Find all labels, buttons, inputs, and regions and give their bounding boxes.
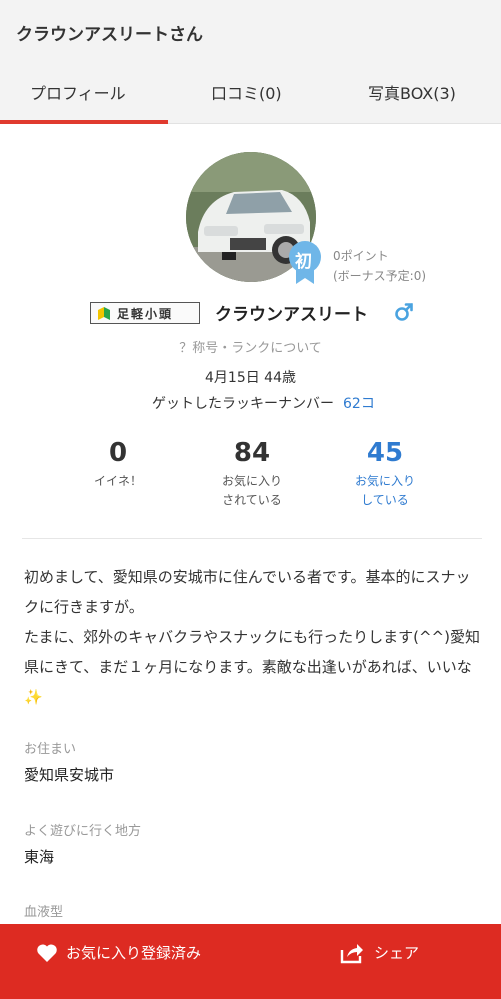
active-tab-indicator <box>0 120 168 124</box>
favorited-by-count: 84 <box>233 438 271 468</box>
rank-badge: 初 <box>288 240 322 290</box>
user-name: クラウンアスリート <box>215 305 368 325</box>
self-introduction: 初めまして、愛知県の安城市に住んでいる者です。基本的にスナックに行きますが。 た… <box>24 568 480 706</box>
share-button-label: シェア <box>374 944 420 962</box>
app-header: クラウンアスリートさん <box>0 0 501 62</box>
stat-favorited-by[interactable]: 84 お気に入り されている <box>182 436 322 510</box>
stat-likes[interactable]: 0 イイネ！ <box>48 436 188 491</box>
rank-info-link[interactable]: ？称号・ランクについて <box>0 337 501 356</box>
birthday-age: 4月15日 44歳 <box>205 370 296 386</box>
favorited-by-label-line1: お気に入り <box>221 474 282 488</box>
likes-count: 0 <box>108 438 128 468</box>
points-value: 0ポイント <box>333 249 389 263</box>
beginner-mark-icon <box>98 307 110 320</box>
title-plate[interactable]: 足軽小頭 <box>90 302 200 324</box>
tab-photo-box[interactable]: 写真BOX(3) <box>368 80 456 104</box>
favorite-button-label: お気に入り登録済み <box>66 944 202 962</box>
rank-badge-char: 初 <box>295 252 312 272</box>
frequent-area-value: 東海 <box>24 848 55 866</box>
male-icon <box>395 303 413 321</box>
bottom-action-bar: お気に入り登録済み シェア <box>0 924 501 980</box>
favoriting-label-line2: している <box>361 493 409 507</box>
blood-type-label: 血液型 <box>24 905 64 920</box>
tab-profile[interactable]: プロフィール <box>30 80 126 104</box>
likes-label: イイネ！ <box>93 474 142 488</box>
points-info: 0ポイント (ボーナス予定:0) <box>333 246 426 286</box>
residence-value: 愛知県安城市 <box>24 766 115 784</box>
favoriting-label-line1: お気に入り <box>354 474 415 488</box>
lucky-number-count[interactable]: 62コ <box>343 393 375 413</box>
tab-reviews[interactable]: 口コミ(0) <box>211 80 282 104</box>
favoriting-count: 45 <box>366 438 404 468</box>
name-row: 足軽小頭 クラウンアスリート <box>0 298 501 328</box>
home-indicator-strip <box>0 980 501 999</box>
stat-favoriting[interactable]: 45 お気に入り している <box>315 436 455 510</box>
tab-bar: プロフィール 口コミ(0) 写真BOX(3) <box>0 62 501 124</box>
bonus-points: (ボーナス予定:0) <box>333 269 427 283</box>
favorited-by-label-line2: されている <box>222 493 282 507</box>
heart-icon <box>37 944 57 962</box>
page-title: クラウンアスリートさん <box>16 25 203 45</box>
title-plate-text: 足軽小頭 <box>117 307 174 321</box>
share-icon <box>340 944 363 964</box>
lucky-number-label: ゲットしたラッキーナンバー <box>152 396 334 412</box>
favoriting-label: お気に入り している <box>315 472 455 510</box>
residence-label: お住まい <box>24 742 77 757</box>
frequent-area-label: よく遊びに行く地方 <box>24 824 142 839</box>
section-divider <box>22 538 482 539</box>
favorited-by-label: お気に入り されている <box>182 472 322 510</box>
